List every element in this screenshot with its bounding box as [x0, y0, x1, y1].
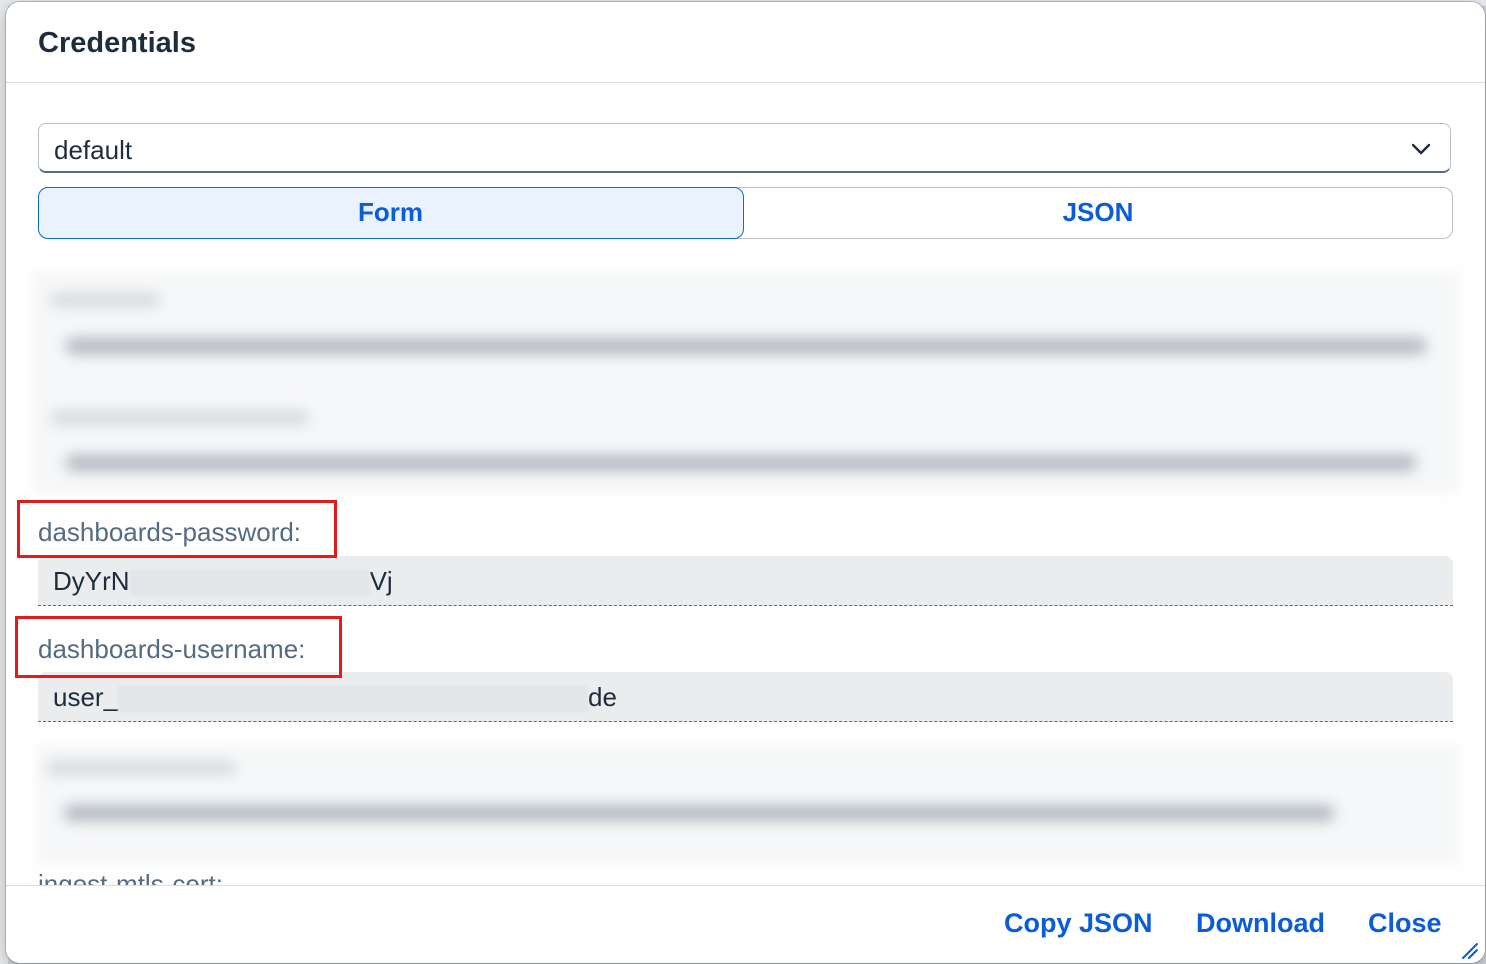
redacted-segment — [118, 686, 589, 713]
json-tab[interactable]: JSON — [744, 187, 1452, 239]
password-value-start: DyYrN — [53, 566, 130, 596]
instance-select[interactable]: default — [38, 123, 1451, 173]
username-value: user_ de — [53, 682, 617, 713]
dialog-title: Credentials — [38, 27, 196, 59]
close-button[interactable]: Close — [1368, 908, 1442, 939]
password-value: DyYrN Vj — [53, 566, 393, 597]
username-value-start: user_ — [53, 682, 119, 712]
highlight-box-password — [17, 500, 337, 558]
redacted-value — [64, 805, 1334, 821]
download-button[interactable]: Download — [1196, 908, 1325, 939]
redacted-segment — [129, 570, 370, 597]
username-value-end: de — [588, 682, 617, 712]
redacted-label — [50, 411, 310, 425]
redacted-value — [66, 338, 1426, 354]
username-field[interactable]: user_ de — [38, 672, 1453, 722]
dialog-header: Credentials — [6, 2, 1485, 83]
ingest-mtls-cert-label: ingest-mtls-cert: — [38, 869, 223, 885]
instance-select-value: default — [54, 135, 133, 165]
dialog-footer: Copy JSON Download Close — [6, 885, 1485, 963]
view-toggle: Form JSON — [37, 186, 1453, 239]
dialog-content[interactable]: default Form JSON dashboards-password: D… — [6, 83, 1485, 885]
redacted-label — [46, 761, 236, 775]
form-tab[interactable]: Form — [37, 186, 744, 239]
password-value-end: Vj — [369, 566, 393, 596]
highlight-box-username — [15, 616, 342, 678]
password-field[interactable]: DyYrN Vj — [38, 556, 1453, 606]
resize-handle-icon[interactable] — [1459, 940, 1479, 960]
redacted-label — [50, 293, 160, 307]
copy-json-button[interactable]: Copy JSON — [1004, 908, 1153, 939]
credentials-dialog: Credentials default Form JSON dashboards… — [6, 2, 1485, 963]
chevron-down-icon[interactable] — [1410, 138, 1432, 160]
redacted-value — [66, 455, 1416, 471]
